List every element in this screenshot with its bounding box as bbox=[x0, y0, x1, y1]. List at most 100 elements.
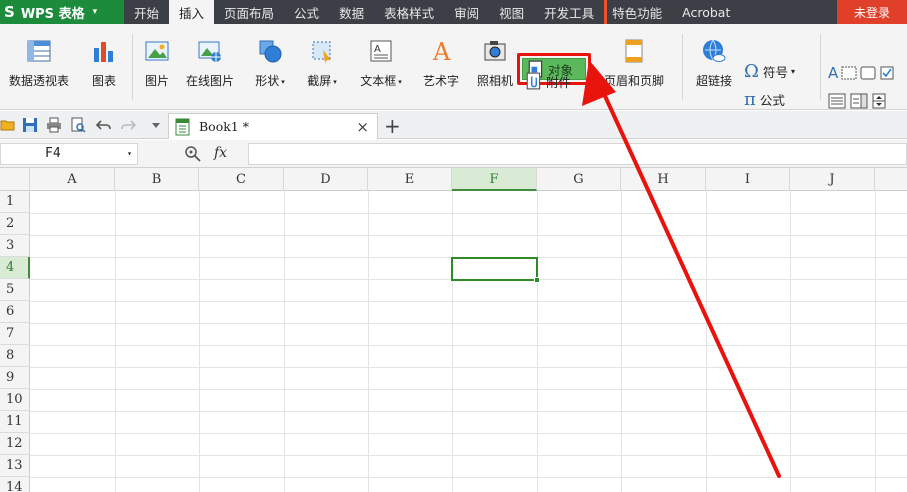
column-headers: A B C D E F G H I J bbox=[0, 168, 907, 191]
column-header-e[interactable]: E bbox=[368, 168, 452, 191]
row-header[interactable]: 3 bbox=[0, 235, 30, 257]
pivot-table-icon bbox=[26, 38, 52, 64]
row-header[interactable]: 14 bbox=[0, 477, 30, 492]
gridline bbox=[115, 191, 116, 492]
customize-toolbar-chevron-icon[interactable] bbox=[148, 117, 164, 133]
shapes-icon bbox=[257, 38, 283, 64]
column-header-g[interactable]: G bbox=[537, 168, 621, 191]
login-button[interactable]: 未登录 bbox=[837, 0, 907, 24]
textbox-button[interactable]: A 文本框 ▾ bbox=[352, 34, 410, 100]
symbol-label: 符号 bbox=[762, 64, 788, 80]
menu-tab-review[interactable]: 审阅 bbox=[444, 0, 489, 24]
row-header[interactable]: 1 bbox=[0, 191, 30, 213]
chevron-down-icon[interactable]: ▾ bbox=[127, 144, 132, 164]
new-tab-button[interactable]: + bbox=[384, 114, 401, 138]
chart-button[interactable]: 图表 bbox=[86, 34, 122, 100]
formula-label: 公式 bbox=[759, 92, 785, 108]
textfield-control-icon[interactable] bbox=[841, 65, 857, 81]
column-header-j[interactable]: J bbox=[790, 168, 875, 191]
spinner-control-icon[interactable] bbox=[872, 93, 886, 109]
close-icon[interactable]: × bbox=[356, 118, 369, 136]
row-header[interactable]: 7 bbox=[0, 323, 30, 345]
menu-bar: S WPS 表格 ▾ 开始 插入 页面布局 公式 数据 表格样式 审阅 视图 开… bbox=[0, 0, 907, 24]
row-header[interactable]: 9 bbox=[0, 367, 30, 389]
row-header[interactable]: 5 bbox=[0, 279, 30, 301]
column-header-f[interactable]: F bbox=[452, 168, 537, 191]
menu-tab-acrobat[interactable]: Acrobat bbox=[672, 0, 740, 24]
row-header[interactable]: 13 bbox=[0, 455, 30, 477]
label-control-icon[interactable]: A bbox=[828, 64, 838, 82]
column-header-i[interactable]: I bbox=[706, 168, 790, 191]
gridline bbox=[284, 191, 285, 492]
combobox-control-icon[interactable] bbox=[850, 93, 868, 109]
menu-tab-formulas[interactable]: 公式 bbox=[284, 0, 329, 24]
menu-tab-page-layout[interactable]: 页面布局 bbox=[214, 0, 284, 24]
row-header[interactable]: 4 bbox=[0, 257, 30, 279]
shapes-label: 形状 bbox=[255, 74, 280, 88]
column-header-k[interactable] bbox=[875, 168, 907, 191]
hyperlink-button[interactable]: 超链接 bbox=[690, 34, 738, 100]
menu-tab-special-features[interactable]: 特色功能 bbox=[604, 0, 672, 24]
row-header[interactable]: 12 bbox=[0, 433, 30, 455]
screenshot-button[interactable]: 截屏 ▾ bbox=[300, 34, 344, 100]
gridline bbox=[537, 191, 538, 492]
listbox-control-icon[interactable] bbox=[828, 93, 846, 109]
wordart-button[interactable]: A 艺术字 bbox=[418, 34, 464, 100]
column-header-c[interactable]: C bbox=[199, 168, 284, 191]
row-header[interactable]: 6 bbox=[0, 301, 30, 323]
online-picture-button[interactable]: 在线图片 bbox=[180, 34, 240, 100]
hyperlink-icon bbox=[701, 38, 727, 64]
save-icon[interactable] bbox=[22, 117, 38, 133]
header-footer-button[interactable]: 页眉和页脚 bbox=[598, 34, 670, 100]
symbol-button[interactable]: Ω 符号 ▾ bbox=[744, 60, 795, 82]
menu-tab-view[interactable]: 视图 bbox=[489, 0, 534, 24]
groupbox-control-icon[interactable] bbox=[860, 65, 876, 81]
svg-text:A: A bbox=[432, 38, 451, 64]
spreadsheet-grid[interactable]: A B C D E F G H I J 1 2 3 4 5 6 7 8 9 10… bbox=[0, 168, 907, 492]
app-menu-button[interactable]: S WPS 表格 ▾ bbox=[0, 0, 124, 24]
menu-tab-home[interactable]: 开始 bbox=[124, 0, 169, 24]
checkbox-control-icon[interactable] bbox=[879, 65, 895, 81]
row-header[interactable]: 2 bbox=[0, 213, 30, 235]
column-header-h[interactable]: H bbox=[621, 168, 706, 191]
attachment-label: 附件 bbox=[546, 74, 572, 90]
pivot-table-button[interactable]: 数据透视表 bbox=[2, 34, 76, 100]
row-header[interactable]: 8 bbox=[0, 345, 30, 367]
camera-label: 照相机 bbox=[476, 74, 513, 88]
open-folder-icon[interactable] bbox=[0, 117, 16, 133]
redo-icon[interactable] bbox=[120, 117, 136, 133]
name-box[interactable]: F4 ▾ bbox=[0, 143, 138, 165]
attachment-icon bbox=[526, 72, 541, 90]
menu-tab-developer[interactable]: 开发工具 bbox=[534, 0, 604, 24]
pivot-table-label: 数据透视表 bbox=[8, 74, 69, 88]
document-tab[interactable]: Book1 * × bbox=[168, 113, 378, 139]
column-header-d[interactable]: D bbox=[284, 168, 368, 191]
fill-handle[interactable] bbox=[534, 277, 540, 283]
chevron-down-icon: ▾ bbox=[333, 77, 337, 86]
formula-input[interactable] bbox=[248, 143, 907, 165]
header-footer-icon bbox=[621, 38, 647, 64]
attachment-button[interactable]: 附件 bbox=[526, 70, 571, 92]
menu-tab-data[interactable]: 数据 bbox=[329, 0, 374, 24]
camera-button[interactable]: 照相机 bbox=[472, 34, 518, 100]
zoom-search-icon[interactable] bbox=[184, 145, 202, 163]
undo-icon[interactable] bbox=[96, 117, 112, 133]
menu-tab-insert[interactable]: 插入 bbox=[169, 0, 215, 24]
select-all-corner[interactable] bbox=[0, 168, 30, 191]
column-header-b[interactable]: B bbox=[115, 168, 199, 191]
print-preview-icon[interactable] bbox=[70, 117, 86, 133]
print-icon[interactable] bbox=[46, 117, 62, 133]
column-header-a[interactable]: A bbox=[30, 168, 115, 191]
gridline bbox=[368, 191, 369, 492]
formula-button[interactable]: π 公式 bbox=[744, 88, 785, 110]
row-header[interactable]: 10 bbox=[0, 389, 30, 411]
ribbon-separator bbox=[132, 34, 133, 100]
insert-function-button[interactable]: fx bbox=[214, 145, 227, 161]
picture-button[interactable]: 图片 bbox=[140, 34, 174, 100]
gridline bbox=[199, 191, 200, 492]
active-cell-f4[interactable] bbox=[451, 257, 540, 283]
menu-tab-table-style[interactable]: 表格样式 bbox=[374, 0, 444, 24]
row-header[interactable]: 11 bbox=[0, 411, 30, 433]
document-tab-name: Book1 * bbox=[199, 119, 249, 134]
shapes-button[interactable]: 形状 ▾ bbox=[248, 34, 292, 100]
